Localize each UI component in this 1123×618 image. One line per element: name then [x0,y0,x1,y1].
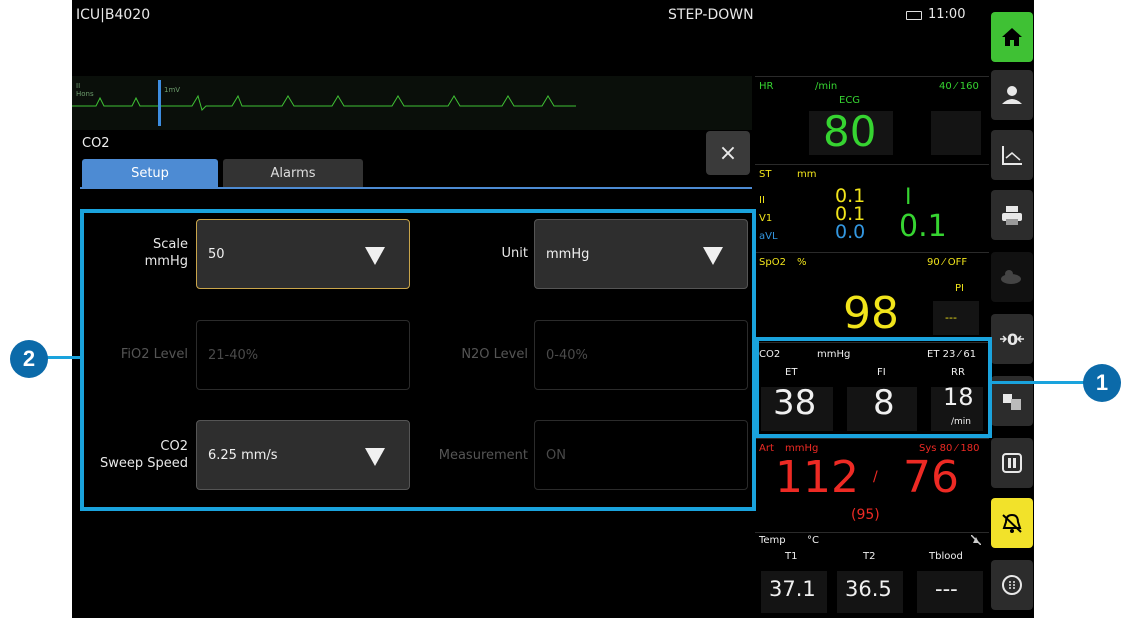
st-unit: mm [797,169,817,180]
ecg-lead-label: II Hons [76,82,94,98]
art-label: Art [759,443,774,454]
temp-label: Temp [759,535,786,546]
temp-tile[interactable]: Temp °C T1 T2 Tblood 37.1 36.5 --- [755,532,989,618]
co2-highlight-box [755,337,992,438]
ecg-waveform: II Hons 1mV [72,76,752,130]
spo2-label: SpO2 [759,257,786,268]
spo2-tile[interactable]: SpO2 % 90 ⁄ OFF PI --- 98 [755,252,989,340]
callout-2: 2 [10,340,48,378]
hr-limits: 40 ⁄ 160 [939,81,979,92]
tab-underline [80,187,752,189]
callout-1: 1 [1083,364,1121,402]
alarm-silence-button[interactable] [991,498,1033,548]
st-label: ST [759,169,772,180]
spo2-limits: 90 ⁄ OFF [927,257,968,268]
ecg-mode: Hons [76,90,94,98]
unit-label: STEP-DOWN [668,7,754,23]
hr-source: ECG [839,95,861,106]
tblood-label: Tblood [929,551,963,562]
zero-icon: 0 [1000,330,1024,349]
tab-setup[interactable]: Setup [82,159,218,187]
procedures-icon [1003,394,1021,410]
hr-label: HR [759,81,774,92]
menu-icon [1002,575,1022,595]
ecg-lead: II [76,82,81,90]
settings-highlight-box [80,209,756,511]
zero-button[interactable]: 0 [991,314,1033,364]
status-bar: ICU|B4020 STEP-DOWN 11:00 [72,0,1034,32]
hr-tile[interactable]: HR /min 40 ⁄ 160 ECG 80 [755,76,989,162]
callout-1-line [990,381,1090,384]
alarm-off-icon [971,535,981,545]
home-icon [1002,28,1022,46]
trends-icon [1002,146,1022,165]
hr-box-right [931,111,981,155]
st-big-value: 0.1 [899,209,947,244]
hr-unit: /min [815,81,838,92]
battery-icon [906,11,922,20]
spo2-unit: % [797,257,807,268]
bed-label: ICU|B4020 [76,7,151,23]
alarm-silence-icon [1002,513,1022,533]
art-mean: (95) [851,507,880,523]
close-icon: × [718,140,738,166]
clock: 11:00 [928,7,966,22]
home-button[interactable] [991,12,1033,62]
temp-unit: °C [807,535,819,546]
panel-title: CO2 [82,136,110,151]
st-tile[interactable]: ST mm II 0.1 V1 0.1 aVL 0.0 I 0.1 [755,164,989,250]
spo2-value: 98 [843,288,899,339]
st-lead-v1: V1 [759,213,773,224]
trends-button[interactable] [991,130,1033,180]
ecg-trace [72,80,576,126]
st-lead-avl: aVL [759,231,778,242]
pause-button[interactable] [991,438,1033,488]
art-sys: 112 [775,452,859,503]
printer-icon [1002,206,1022,225]
tab-alarms[interactable]: Alarms [223,159,363,187]
patient-button[interactable] [991,70,1033,120]
t2-value: 36.5 [845,577,892,601]
menu-button[interactable] [991,560,1033,610]
tblood-value: --- [935,577,958,601]
nibp-button[interactable] [991,252,1033,302]
st-avl-value: 0.0 [835,221,866,243]
pause-icon [1002,453,1022,473]
svg-text:0: 0 [1007,330,1018,349]
st-big-lead: I [905,185,912,210]
t1-value: 37.1 [769,577,816,601]
print-button[interactable] [991,190,1033,240]
close-button[interactable]: × [706,131,750,175]
pi-value: --- [945,311,957,324]
t1-label: T1 [785,551,798,562]
t2-label: T2 [863,551,876,562]
hr-value: 80 [823,107,877,156]
nibp-icon [1001,270,1021,284]
st-lead-ii: II [759,195,765,206]
ecg-scale: 1mV [164,86,181,94]
art-dia: 76 [903,452,959,503]
pi-label: PI [955,283,964,294]
patient-icon [1002,86,1022,104]
art-tile[interactable]: Art mmHg Sys 80 ⁄ 180 112 / 76 (95) [755,438,989,530]
art-separator: / [873,469,878,485]
